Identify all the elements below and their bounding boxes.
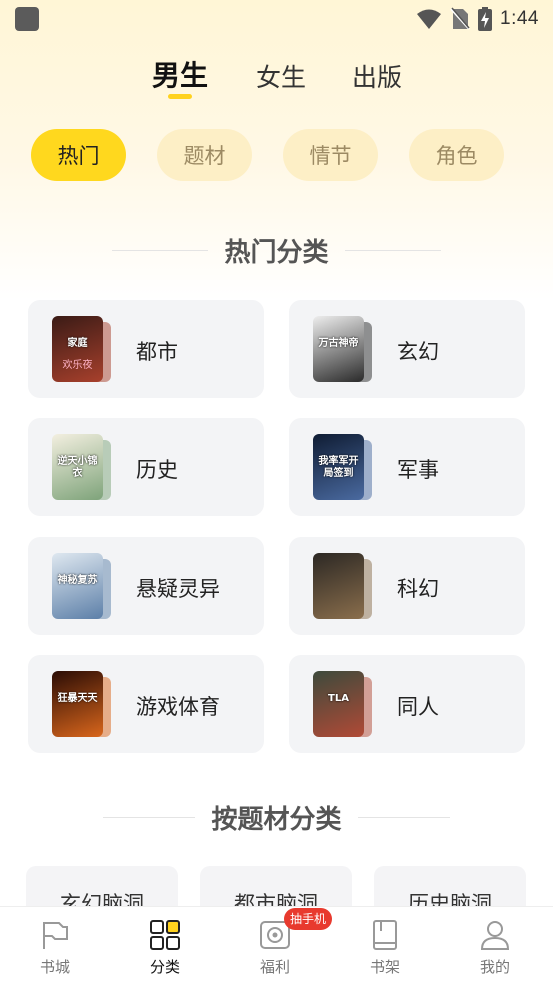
- book-cover: 狂暴天天: [52, 671, 103, 737]
- gender-tabs: 男生 女生 出版: [0, 54, 553, 102]
- active-tab-indicator: [168, 94, 192, 99]
- book-cover: TLA: [313, 671, 364, 737]
- wifi-icon: [417, 9, 442, 29]
- category-card[interactable]: 科幻: [289, 537, 525, 635]
- no-sim-icon: [450, 7, 470, 30]
- nav-bookshelf[interactable]: 书架: [330, 907, 440, 984]
- section-title: 热门分类: [224, 238, 329, 268]
- cover-subtitle: 欢乐夜: [62, 360, 93, 371]
- nav-label: 书架: [369, 958, 400, 976]
- category-card[interactable]: 逆天小锦衣 历史: [28, 418, 264, 516]
- status-bar: 1:44: [0, 0, 553, 40]
- welfare-badge: 抽手机: [284, 908, 333, 930]
- chip-plot[interactable]: 情节: [283, 129, 378, 181]
- chip-label: 题材: [183, 144, 226, 168]
- divider: [344, 250, 441, 251]
- section-title: 按题材分类: [211, 805, 342, 835]
- cover-title: TLA: [328, 693, 349, 704]
- grid-icon: [150, 920, 180, 950]
- book-cover: [313, 553, 364, 619]
- cover-title: 家庭: [67, 338, 88, 349]
- chip-label: 热门: [57, 144, 100, 168]
- chip-label: 情节: [309, 144, 352, 168]
- cover-title: 逆天小锦衣: [57, 456, 98, 479]
- category-label: 科幻: [397, 577, 439, 601]
- nav-label: 福利: [259, 958, 290, 976]
- app-notification-icon: [15, 7, 39, 31]
- nav-label: 我的: [479, 958, 510, 976]
- tab-label: 男生: [152, 59, 209, 92]
- nav-category[interactable]: 分类: [110, 907, 220, 984]
- category-label: 军事: [397, 458, 439, 482]
- book-cover: 家庭 欢乐夜: [52, 316, 103, 382]
- cover-title: 狂暴天天: [57, 693, 98, 704]
- divider: [357, 817, 450, 818]
- tab-publish[interactable]: 出版: [352, 58, 402, 94]
- bottom-nav: 书城 分类 福利 书架 我的: [0, 906, 553, 984]
- category-label: 都市: [136, 340, 178, 364]
- status-time: 1:44: [500, 8, 539, 29]
- book-cover: 万古神帝: [313, 316, 364, 382]
- hot-section-header: 热门分类: [0, 232, 553, 269]
- book-cover: 神秘复苏: [52, 553, 103, 619]
- chip-label: 角色: [435, 144, 478, 168]
- category-label: 悬疑灵异: [136, 577, 220, 601]
- category-label: 历史: [136, 458, 178, 482]
- category-label: 同人: [397, 695, 439, 719]
- battery-charging-icon: [478, 7, 493, 31]
- category-label: 玄幻: [397, 340, 439, 364]
- person-icon: [480, 921, 510, 950]
- cover-title: 我率军开局签到: [318, 456, 359, 479]
- cover-title: 神秘复苏: [57, 575, 98, 586]
- divider: [103, 817, 196, 818]
- nav-profile[interactable]: 我的: [440, 907, 550, 984]
- category-label: 游戏体育: [136, 695, 220, 719]
- tab-label: 女生: [256, 63, 307, 92]
- category-card[interactable]: 家庭欢乐夜 都市: [28, 300, 264, 398]
- chip-topic[interactable]: 题材: [157, 129, 252, 181]
- topic-section-header: 按题材分类: [0, 799, 553, 836]
- book-cover: 我率军开局签到: [313, 434, 364, 500]
- category-card[interactable]: 神秘复苏 悬疑灵异: [28, 537, 264, 635]
- category-card[interactable]: 我率军开局签到 军事: [289, 418, 525, 516]
- category-card[interactable]: TLA 同人: [289, 655, 525, 753]
- nav-label: 书城: [39, 958, 70, 976]
- category-card[interactable]: 万古神帝 玄幻: [289, 300, 525, 398]
- tab-label: 出版: [352, 63, 403, 92]
- chip-role[interactable]: 角色: [409, 129, 504, 181]
- tab-female[interactable]: 女生: [256, 58, 306, 94]
- tab-male[interactable]: 男生: [152, 54, 209, 99]
- book-cover: 逆天小锦衣: [52, 434, 103, 500]
- cover-title: 万古神帝: [318, 338, 359, 349]
- book-icon: [373, 920, 397, 950]
- divider: [112, 250, 209, 251]
- nav-label: 分类: [149, 958, 180, 976]
- nav-bookstore[interactable]: 书城: [0, 907, 110, 984]
- chip-hot[interactable]: 热门: [31, 129, 126, 181]
- category-card[interactable]: 狂暴天天 游戏体育: [28, 655, 264, 753]
- flag-icon: [43, 922, 68, 949]
